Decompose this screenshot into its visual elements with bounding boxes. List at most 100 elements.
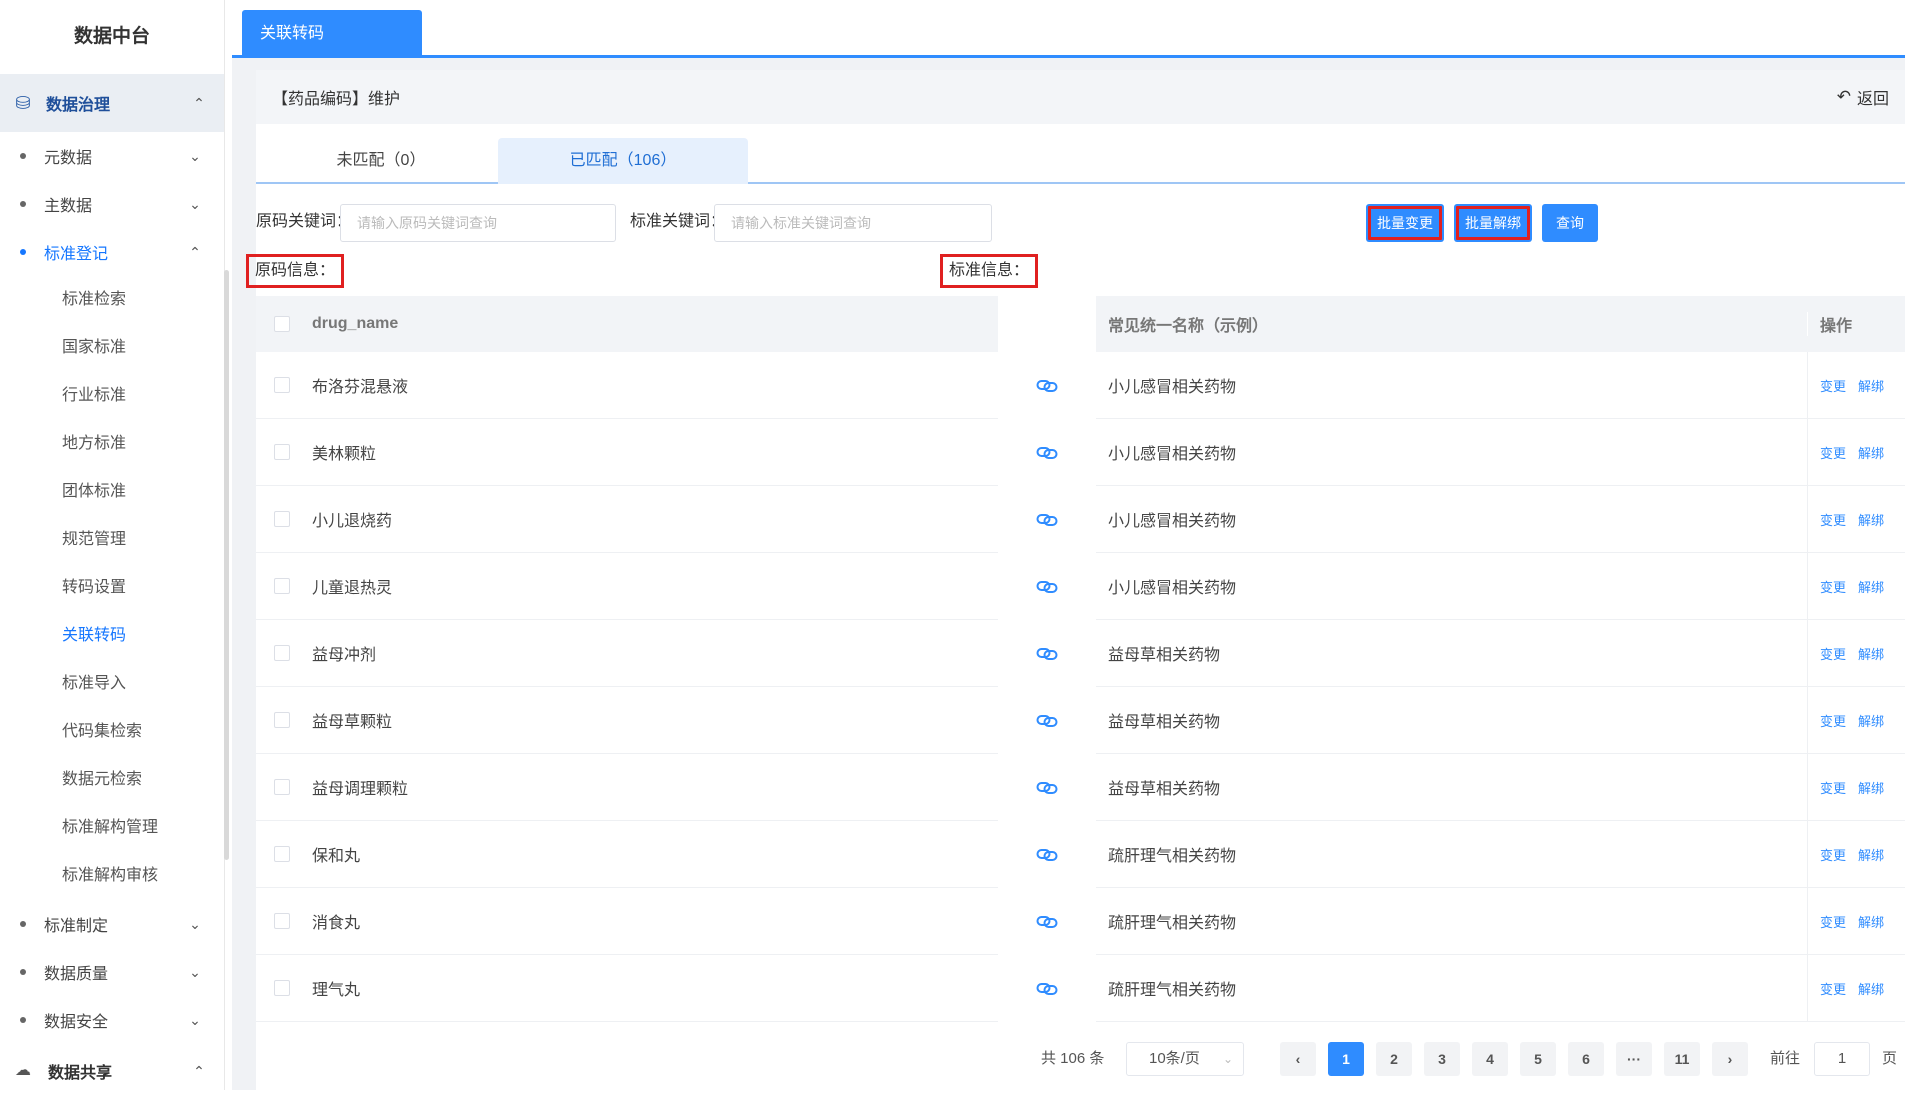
link-icon[interactable] <box>1036 379 1058 393</box>
link-icon[interactable] <box>1036 513 1058 527</box>
change-link[interactable]: 变更 <box>1820 510 1846 529</box>
menu-leaf-linked-transcode[interactable]: 关联转码 <box>0 612 224 660</box>
table-row: 益母调理颗粒 <box>256 754 998 821</box>
select-all-checkbox[interactable] <box>274 316 290 332</box>
change-link[interactable]: 变更 <box>1820 912 1846 931</box>
link-cell <box>998 687 1096 754</box>
row-checkbox[interactable] <box>274 444 290 460</box>
row-checkbox[interactable] <box>274 645 290 661</box>
menu-data-governance[interactable]: ⛁ 数据治理 ⌃ <box>0 74 224 132</box>
page-button-4[interactable]: 4 <box>1472 1042 1508 1076</box>
change-link[interactable]: 变更 <box>1820 443 1846 462</box>
next-page-button[interactable]: › <box>1712 1042 1748 1076</box>
unbind-link[interactable]: 解绑 <box>1858 510 1884 529</box>
change-link[interactable]: 变更 <box>1820 577 1846 596</box>
row-checkbox[interactable] <box>274 712 290 728</box>
row-checkbox[interactable] <box>274 846 290 862</box>
link-icon[interactable] <box>1036 781 1058 795</box>
goto-unit: 页 <box>1882 1050 1898 1067</box>
link-icon[interactable] <box>1036 580 1058 594</box>
change-link[interactable]: 变更 <box>1820 711 1846 730</box>
row-checkbox[interactable] <box>274 578 290 594</box>
menu-leaf-standard-search[interactable]: 标准检索 <box>0 276 224 324</box>
change-link[interactable]: 变更 <box>1820 644 1846 663</box>
page-ellipsis-button[interactable]: ··· <box>1616 1042 1652 1076</box>
change-link[interactable]: 变更 <box>1820 979 1846 998</box>
row-checkbox[interactable] <box>274 980 290 996</box>
chevron-up-icon: ⌃ <box>193 1063 205 1079</box>
menu-data-quality[interactable]: 数据质量 ⌄ <box>0 948 224 996</box>
page-button-3[interactable]: 3 <box>1424 1042 1460 1076</box>
row-checkbox[interactable] <box>274 779 290 795</box>
batch-change-button[interactable]: 批量变更 <box>1366 204 1444 242</box>
menu-standard-register[interactable]: 标准登记 ⌃ <box>0 228 224 276</box>
goto-page-input[interactable]: 1 <box>1814 1042 1870 1076</box>
unbind-link[interactable]: 解绑 <box>1858 443 1884 462</box>
batch-unbind-button[interactable]: 批量解绑 <box>1454 204 1532 242</box>
unbind-link[interactable]: 解绑 <box>1858 376 1884 395</box>
table-row: 布洛芬混悬液 <box>256 352 998 419</box>
page-button-11[interactable]: 11 <box>1664 1042 1700 1076</box>
source-keyword-input[interactable]: 请输入原码关键词查询 <box>340 204 616 242</box>
link-icon[interactable] <box>1036 848 1058 862</box>
row-checkbox[interactable] <box>274 511 290 527</box>
back-button[interactable]: ↶ 返回 <box>1837 85 1889 109</box>
tab-matched[interactable]: 已匹配（106） <box>498 138 748 184</box>
prev-page-button[interactable]: ‹ <box>1280 1042 1316 1076</box>
common-name: 小儿感冒相关药物 <box>1108 513 1237 530</box>
sidebar-scrollbar[interactable] <box>224 270 229 860</box>
unbind-link[interactable]: 解绑 <box>1858 912 1884 931</box>
change-link[interactable]: 变更 <box>1820 845 1846 864</box>
menu-master-data[interactable]: 主数据 ⌄ <box>0 180 224 228</box>
menu-metadata[interactable]: 元数据 ⌄ <box>0 132 224 180</box>
page-button-6[interactable]: 6 <box>1568 1042 1604 1076</box>
bullet-icon <box>20 249 26 255</box>
menu-leaf-group-standard[interactable]: 团体标准 <box>0 468 224 516</box>
table-row: 疏肝理气相关药物 变更 解绑 <box>1096 820 1905 888</box>
unbind-link[interactable]: 解绑 <box>1858 979 1884 998</box>
link-icon[interactable] <box>1036 982 1058 996</box>
panel-header: 【药品编码】维护 ↶ 返回 <box>256 70 1905 124</box>
menu-leaf-transcode-settings[interactable]: 转码设置 <box>0 564 224 612</box>
row-checkbox[interactable] <box>274 377 290 393</box>
menu-leaf-data-element-search[interactable]: 数据元检索 <box>0 756 224 804</box>
link-icon[interactable] <box>1036 915 1058 929</box>
tab-linked-transcode[interactable]: 关联转码 <box>242 10 422 58</box>
page-button-5[interactable]: 5 <box>1520 1042 1556 1076</box>
link-icon[interactable] <box>1036 714 1058 728</box>
change-link[interactable]: 变更 <box>1820 778 1846 797</box>
unbind-link[interactable]: 解绑 <box>1858 711 1884 730</box>
menu-leaf-standard-import[interactable]: 标准导入 <box>0 660 224 708</box>
tab-unmatched[interactable]: 未匹配（0） <box>256 138 506 184</box>
chevron-down-icon: ⌄ <box>189 916 201 932</box>
unbind-link[interactable]: 解绑 <box>1858 845 1884 864</box>
row-actions: 变更 解绑 <box>1807 552 1905 620</box>
link-icon[interactable] <box>1036 647 1058 661</box>
menu-leaf-deconstruct-review[interactable]: 标准解构审核 <box>0 852 224 900</box>
page-button-1[interactable]: 1 <box>1328 1042 1364 1076</box>
menu-leaf-codeset-search[interactable]: 代码集检索 <box>0 708 224 756</box>
row-actions: 变更 解绑 <box>1807 686 1905 754</box>
menu-leaf-industry-standard[interactable]: 行业标准 <box>0 372 224 420</box>
chevron-down-icon: ⌄ <box>189 196 201 212</box>
link-icon[interactable] <box>1036 446 1058 460</box>
menu-leaf-national-standard[interactable]: 国家标准 <box>0 324 224 372</box>
drug-name: 消食丸 <box>312 915 361 932</box>
menu-leaf-spec-management[interactable]: 规范管理 <box>0 516 224 564</box>
row-checkbox[interactable] <box>274 913 290 929</box>
link-cell <box>998 553 1096 620</box>
page-button-2[interactable]: 2 <box>1376 1042 1412 1076</box>
unbind-link[interactable]: 解绑 <box>1858 644 1884 663</box>
query-button[interactable]: 查询 <box>1542 204 1598 242</box>
unbind-link[interactable]: 解绑 <box>1858 577 1884 596</box>
page-size-select[interactable]: 10条/页 ⌄ <box>1126 1042 1244 1076</box>
unbind-link[interactable]: 解绑 <box>1858 778 1884 797</box>
row-actions: 变更 解绑 <box>1807 887 1905 955</box>
standard-keyword-input[interactable]: 请输入标准关键词查询 <box>714 204 992 242</box>
menu-leaf-deconstruct-management[interactable]: 标准解构管理 <box>0 804 224 852</box>
change-link[interactable]: 变更 <box>1820 376 1846 395</box>
menu-leaf-local-standard[interactable]: 地方标准 <box>0 420 224 468</box>
menu-data-security[interactable]: 数据安全 ⌄ <box>0 996 224 1044</box>
link-cell <box>998 486 1096 553</box>
menu-standard-formulation[interactable]: 标准制定 ⌄ <box>0 900 224 948</box>
